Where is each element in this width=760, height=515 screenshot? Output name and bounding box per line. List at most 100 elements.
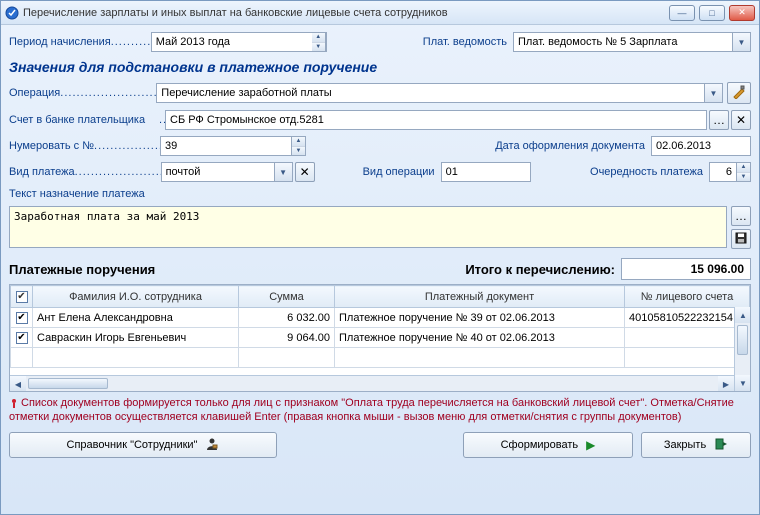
operation-value: Перечисление заработной платы [161, 87, 331, 99]
row-checkbox[interactable]: ✔ [16, 312, 28, 324]
pay-type-clear-button[interactable]: ✕ [295, 162, 315, 182]
pay-type-select[interactable]: почтой ▼ [161, 162, 293, 182]
operation-row: Операция .............................. … [9, 82, 751, 104]
chevron-down-icon: ▼ [274, 163, 292, 181]
priority-spin-down[interactable]: ▼ [737, 173, 750, 182]
number-spin-down[interactable]: ▼ [292, 147, 305, 156]
period-spin-down[interactable]: ▼ [312, 43, 325, 52]
close-window-button[interactable]: ✕ [729, 5, 755, 21]
check-all-checkbox[interactable]: ✔ [16, 291, 28, 303]
payer-account-label: Счет в банке плательщика [9, 114, 159, 126]
memo-label-row: Текст назначение платежа [9, 188, 751, 200]
scroll-thumb-h[interactable] [28, 378, 108, 389]
generate-button[interactable]: Сформировать ▶ [463, 432, 633, 458]
sheet-label: Плат. ведомость [423, 36, 507, 48]
payer-account-row: Счет в банке плательщика .. СБ РФ Стромы… [9, 110, 751, 130]
operation-extra-button[interactable] [727, 82, 751, 104]
scrollbar-horizontal[interactable]: ◀ ▶ [10, 375, 734, 391]
pay-type-label: Вид платежа [9, 166, 75, 178]
table-row[interactable]: ✔ Ант Елена Александровна 6 032.00 Плате… [11, 308, 750, 328]
cell-acct [625, 328, 750, 348]
orders-table-wrap: ✔ Фамилия И.О. сотрудника Сумма Платежны… [9, 284, 751, 392]
total-value: 15 096.00 [621, 258, 751, 280]
chevron-down-icon: ▼ [732, 33, 750, 51]
generate-button-label: Сформировать [501, 439, 579, 451]
payer-account-value: СБ РФ Стромынское отд.5281 [170, 114, 324, 126]
number-from-input[interactable] [160, 136, 292, 156]
col-name-header[interactable]: Фамилия И.О. сотрудника [33, 286, 239, 308]
sheet-value: Плат. ведомость № 5 Зарплата [518, 36, 677, 48]
info-icon [9, 398, 19, 408]
cell-name: Ант Елена Александровна [33, 308, 239, 328]
info-text-content: Список документов формируется только для… [9, 397, 734, 423]
paytype-row: Вид платежа ....................... почт… [9, 162, 751, 182]
col-sum-header[interactable]: Сумма [239, 286, 335, 308]
memo-label: Текст назначение платежа [9, 188, 145, 200]
memo-row: … [9, 206, 751, 249]
memo-browse-button[interactable]: … [731, 206, 751, 226]
app-icon [5, 6, 19, 20]
operation-select[interactable]: Перечисление заработной платы ▼ [156, 83, 723, 103]
cell-name: Савраскин Игорь Евгеньевич [33, 328, 239, 348]
oper-type-label: Вид операции [363, 166, 435, 178]
period-row: Период начисления .......... Май 2013 го… [9, 32, 751, 52]
doc-date-input[interactable] [651, 136, 751, 156]
employees-button[interactable]: Справочник "Сотрудники" [9, 432, 277, 458]
period-label: Период начисления [9, 36, 111, 48]
door-icon [714, 437, 728, 454]
priority-input[interactable] [709, 162, 737, 182]
scroll-left-button[interactable]: ◀ [10, 376, 26, 392]
table-row[interactable]: ✔ Савраскин Игорь Евгеньевич 9 064.00 Пл… [11, 328, 750, 348]
info-text: Список документов формируется только для… [9, 396, 751, 424]
orders-table: ✔ Фамилия И.О. сотрудника Сумма Платежны… [10, 285, 750, 368]
payer-account-browse-button[interactable]: … [709, 110, 729, 130]
period-value: Май 2013 года [156, 36, 230, 48]
payer-account-clear-button[interactable]: ✕ [731, 110, 751, 130]
minimize-button[interactable]: — [669, 5, 695, 21]
period-select[interactable]: Май 2013 года ▲ ▼ [151, 32, 327, 52]
cell-doc: Платежное поручение № 39 от 02.06.2013 [335, 308, 625, 328]
cell-sum: 6 032.00 [239, 308, 335, 328]
sheet-select[interactable]: Плат. ведомость № 5 Зарплата ▼ [513, 32, 751, 52]
scroll-down-button[interactable]: ▼ [735, 375, 751, 391]
main-window: Перечисление зарплаты и иных выплат на б… [0, 0, 760, 515]
content-area: Период начисления .......... Май 2013 го… [1, 25, 759, 514]
scroll-thumb-v[interactable] [737, 325, 748, 355]
maximize-button[interactable]: □ [699, 5, 725, 21]
play-icon: ▶ [586, 438, 595, 452]
number-date-row: Нумеровать с № .................. ▲ ▼ Да… [9, 136, 751, 156]
payer-account-field[interactable]: СБ РФ Стромынское отд.5281 [165, 110, 707, 130]
memo-input[interactable] [9, 206, 727, 248]
cell-sum: 9 064.00 [239, 328, 335, 348]
oper-type-input[interactable] [441, 162, 531, 182]
window-title: Перечисление зарплаты и иных выплат на б… [19, 7, 669, 19]
table-header-row: ✔ Фамилия И.О. сотрудника Сумма Платежны… [11, 286, 750, 308]
titlebar: Перечисление зарплаты и иных выплат на б… [1, 1, 759, 25]
pay-type-value: почтой [166, 166, 201, 178]
table-row[interactable] [11, 348, 750, 368]
scroll-right-button[interactable]: ▶ [718, 376, 734, 392]
number-spin-up[interactable]: ▲ [292, 137, 305, 147]
col-check-header[interactable]: ✔ [11, 286, 33, 308]
col-doc-header[interactable]: Платежный документ [335, 286, 625, 308]
cell-doc: Платежное поручение № 40 от 02.06.2013 [335, 328, 625, 348]
orders-heading: Платежные поручения [9, 262, 155, 277]
tool-icon [732, 85, 746, 102]
operation-label: Операция [9, 87, 60, 99]
period-spin-up[interactable]: ▲ [312, 33, 325, 43]
memo-save-button[interactable] [731, 229, 751, 249]
scroll-up-button[interactable]: ▲ [735, 307, 751, 323]
number-from-label: Нумеровать с № [9, 140, 94, 152]
row-checkbox[interactable]: ✔ [16, 332, 28, 344]
close-button[interactable]: Закрыть [641, 432, 751, 458]
x-icon: ✕ [736, 113, 746, 127]
chevron-down-icon: ▼ [704, 84, 722, 102]
col-acct-header[interactable]: № лицевого счета [625, 286, 750, 308]
x-icon: ✕ [300, 165, 310, 179]
cell-acct: 40105810522232154 [625, 308, 750, 328]
orders-header-row: Платежные поручения Итого к перечислению… [9, 258, 751, 280]
scrollbar-vertical[interactable]: ▲ ▼ [734, 307, 750, 391]
close-button-label: Закрыть [664, 439, 706, 451]
total-label: Итого к перечислению: [465, 262, 615, 277]
priority-spin-up[interactable]: ▲ [737, 163, 750, 173]
